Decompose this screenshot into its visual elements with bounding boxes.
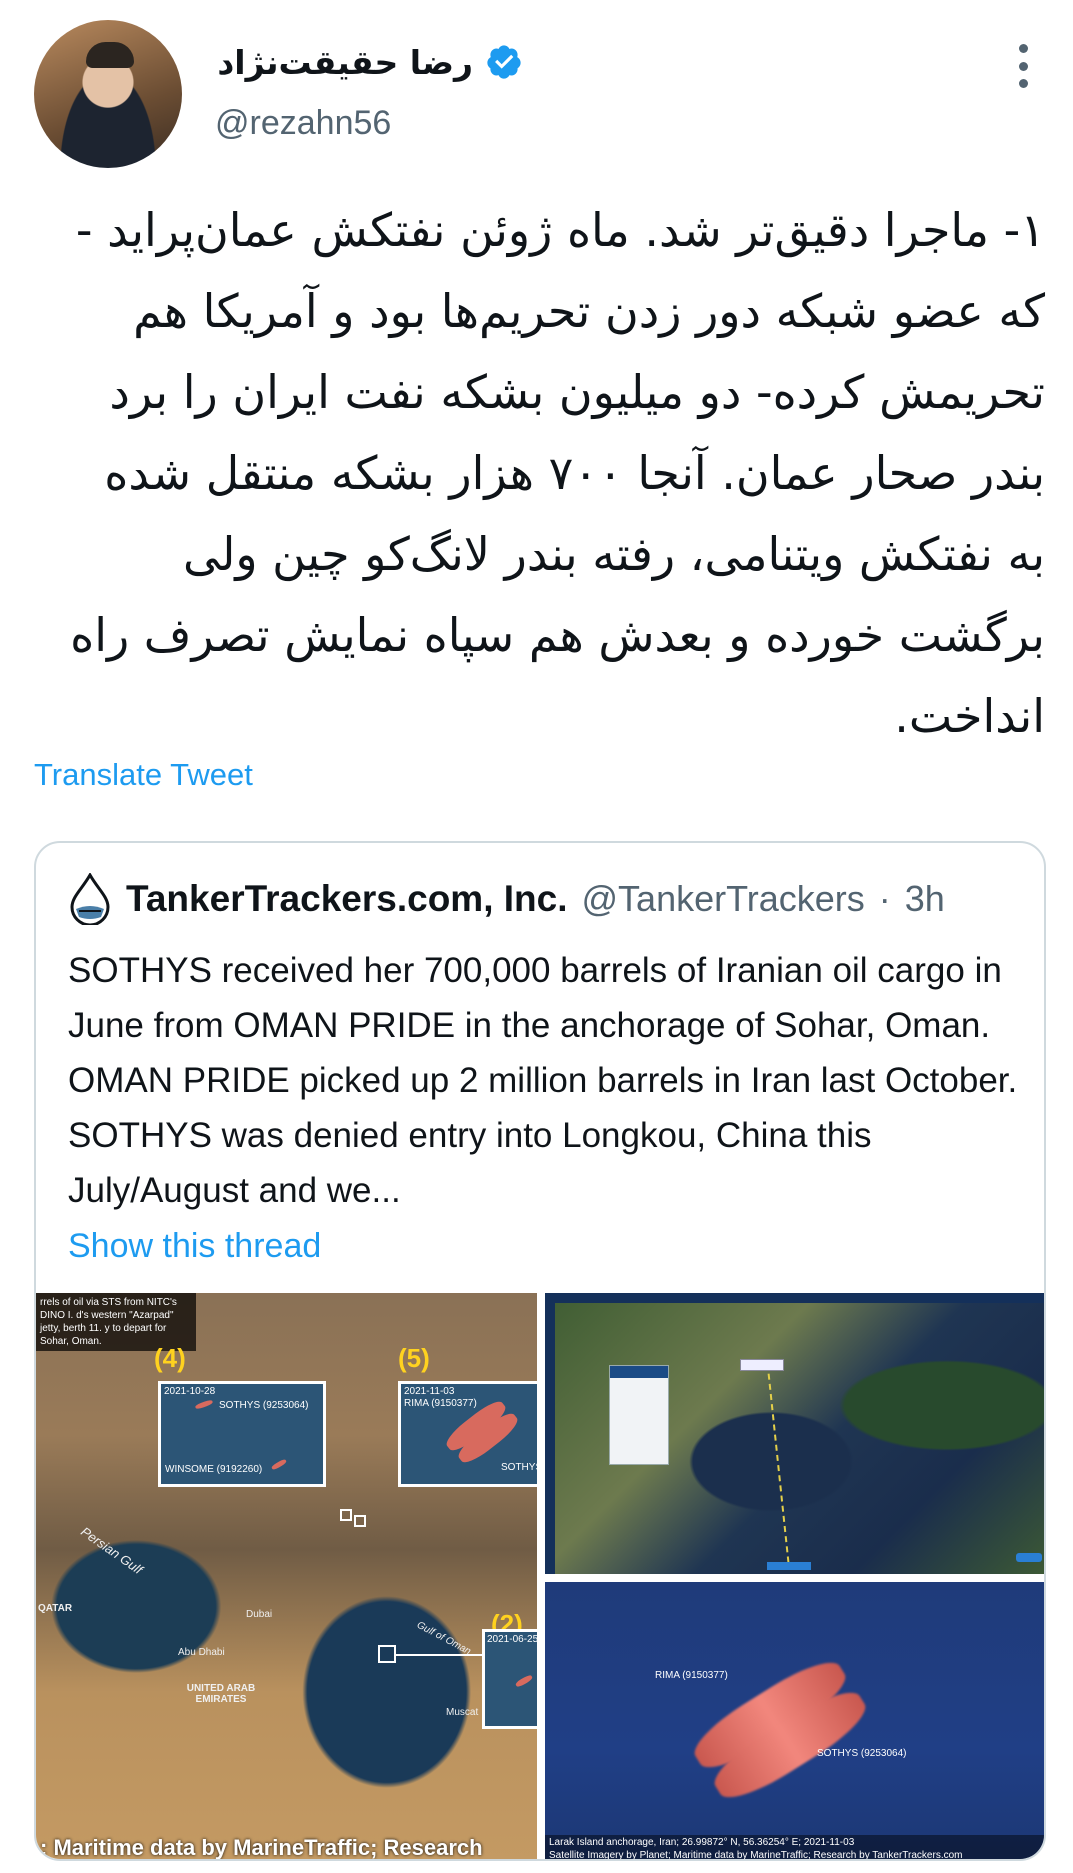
- inset5-date: 2021-11-03: [404, 1386, 455, 1397]
- media-image-marinetraffic[interactable]: [545, 1293, 1044, 1574]
- inset2-date: 2021-06-25: [487, 1634, 537, 1645]
- map-inset-2: 2021-06-25: [482, 1629, 537, 1729]
- map-place-dubai: Dubai: [246, 1609, 273, 1620]
- map-inset-5: 2021-11-03 RIMA (9150377) SOTHYS (92530: [398, 1381, 537, 1487]
- quoted-timestamp[interactable]: 3h: [905, 878, 945, 920]
- author-handle[interactable]: @rezahn56: [215, 104, 391, 143]
- inset5-ship2: SOTHYS (92530: [501, 1462, 537, 1473]
- tweet-text: ۱- ماجرا دقیق‌تر شد. ماه ژوئن نفتکش عمان…: [70, 203, 1045, 743]
- author-name-row: رضا حقیقت‌نژاد: [217, 40, 523, 84]
- media-image-satellite-ships[interactable]: RIMA (9150377) SOTHYS (9253064) Larak Is…: [545, 1582, 1044, 1861]
- quoted-tweet-header: TankerTrackers.com, Inc. @TankerTrackers…: [68, 873, 945, 925]
- quoted-author-name[interactable]: TankerTrackers.com, Inc.: [126, 878, 568, 920]
- quoted-author-handle[interactable]: @TankerTrackers: [582, 878, 865, 920]
- satellite-footer: Larak Island anchorage, Iran; 26.99872° …: [545, 1835, 1044, 1861]
- map-inset-4: 2021-10-28 SOTHYS (9253064) WINSOME (919…: [158, 1381, 326, 1487]
- map-footer-credit: : Maritime data by MarineTraffic; Resear…: [40, 1835, 483, 1860]
- inset5-ship1: RIMA (9150377): [404, 1398, 477, 1409]
- map-place-muscat: Muscat: [446, 1707, 479, 1718]
- map-place-abu-dhabi: Abu Dhabi: [178, 1647, 225, 1658]
- media-image-map[interactable]: rrels of oil via STS from NITC's DINO I.…: [36, 1293, 537, 1860]
- separator-dot: ·: [878, 878, 891, 919]
- author-display-name[interactable]: رضا حقیقت‌نژاد: [217, 43, 473, 82]
- tankertrackers-logo-icon: [70, 873, 110, 925]
- map-label-5: (5): [398, 1343, 430, 1373]
- map-place-persian-gulf: Persian Gulf: [78, 1523, 146, 1578]
- quoted-tweet[interactable]: TankerTrackers.com, Inc. @TankerTrackers…: [34, 841, 1046, 1861]
- inset4-ship1: SOTHYS (9253064): [219, 1400, 309, 1411]
- map-place-uae: UNITED ARAB EMIRATES: [186, 1683, 256, 1705]
- verified-badge-icon: [487, 45, 521, 79]
- inset4-ship2: WINSOME (9192260): [165, 1464, 263, 1475]
- inset4-date: 2021-10-28: [164, 1386, 216, 1397]
- media-grid: rrels of oil via STS from NITC's DINO I.…: [36, 1293, 1044, 1861]
- map-place-qatar: QATAR: [38, 1603, 73, 1614]
- map-place-gulf-oman: Gulf of Oman: [414, 1619, 473, 1658]
- show-thread-link[interactable]: Show this thread: [68, 1227, 321, 1266]
- translate-tweet-link[interactable]: Translate Tweet: [34, 757, 253, 793]
- map-label-4: (4): [154, 1343, 186, 1373]
- author-avatar[interactable]: [34, 20, 182, 168]
- quoted-tweet-text: SOTHYS received her 700,000 barrels of I…: [68, 951, 1018, 1210]
- ship-label-rima: RIMA (9150377): [655, 1670, 728, 1681]
- satellite-footer-line1: Larak Island anchorage, Iran; 26.99872° …: [549, 1837, 855, 1848]
- ship-label-sothys: SOTHYS (9253064): [817, 1748, 907, 1759]
- vessel-popup: [609, 1365, 669, 1465]
- more-options-icon[interactable]: [1016, 44, 1030, 88]
- satellite-footer-line2: Satellite Imagery by Planet; Maritime da…: [549, 1850, 963, 1861]
